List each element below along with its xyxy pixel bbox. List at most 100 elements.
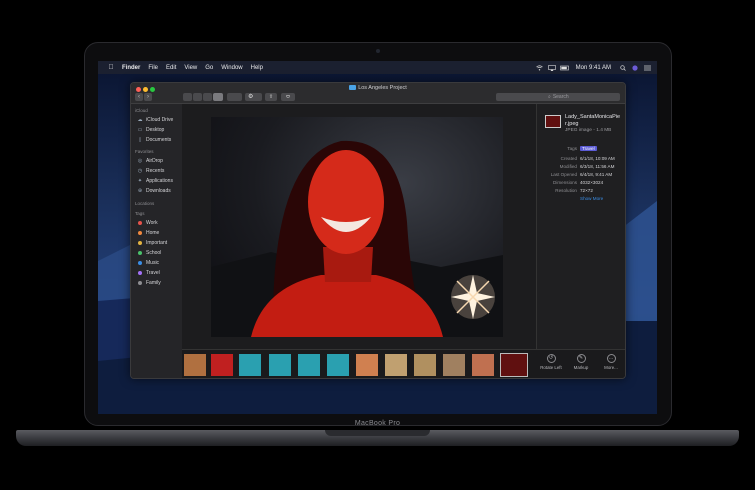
file-type: JPEG image - 1.4 MB <box>565 128 612 133</box>
info-row-created: Created 6/1/18, 10:09 AM <box>537 156 625 161</box>
sidebar-tag-school[interactable]: School <box>137 250 161 256</box>
filmstrip-thumbnail[interactable] <box>443 354 465 376</box>
sidebar-item-downloads[interactable]: ⊕ Downloads <box>137 188 171 194</box>
sidebar-item-label: AirDrop <box>146 158 163 164</box>
tag-dot-icon <box>138 261 142 265</box>
window-title: Los Angeles Project <box>131 85 625 91</box>
menubar-clock[interactable]: Mon 9:41 AM <box>572 65 615 71</box>
filmstrip-thumbnail-selected[interactable] <box>500 353 528 377</box>
tags-button[interactable]: ⬭ <box>281 93 295 101</box>
info-row-tags: Tags Travel <box>537 146 625 151</box>
sidebar-heading-icloud: iCloud <box>135 108 148 113</box>
sidebar-tag-travel[interactable]: Travel <box>137 270 160 276</box>
back-button[interactable]: ‹ <box>135 93 143 101</box>
sidebar-item-label: Desktop <box>146 127 165 133</box>
view-list-button[interactable] <box>193 93 202 101</box>
menu-bar:  Finder File Edit View Go Window Help M… <box>98 61 657 74</box>
share-icon: ⇪ <box>268 94 274 100</box>
view-gallery-button[interactable] <box>213 93 223 101</box>
tag-chip[interactable]: Travel <box>580 146 597 151</box>
filmstrip-thumbnail[interactable] <box>414 354 436 376</box>
airdrop-icon: ◎ <box>137 157 143 164</box>
filmstrip <box>182 349 536 378</box>
filmstrip-thumbnail[interactable] <box>239 354 261 376</box>
sidebar-heading-locations: Locations <box>135 201 155 206</box>
filmstrip-thumbnail[interactable] <box>472 354 494 376</box>
filmstrip-thumbnail[interactable] <box>385 354 407 376</box>
nav-arrows: ‹ › <box>135 93 153 101</box>
menu-window[interactable]: Window <box>217 65 246 71</box>
menu-help[interactable]: Help <box>247 65 267 71</box>
tag-dot-icon <box>138 271 142 275</box>
device-label: MacBook Pro <box>354 420 401 427</box>
info-key: Modified <box>559 164 577 169</box>
rotate-left-icon: ↺ <box>546 354 556 363</box>
apple-logo-icon[interactable]:  <box>104 64 118 71</box>
sidebar-item-label: Music <box>146 260 160 266</box>
sidebar-heading-tags: Tags <box>135 211 145 216</box>
window-title-text: Los Angeles Project <box>358 85 407 91</box>
more-button[interactable]: … More... <box>596 354 625 370</box>
sidebar-item-airdrop[interactable]: ◎ AirDrop <box>137 158 163 164</box>
sidebar-item-label: School <box>146 250 162 256</box>
filmstrip-thumbnail[interactable] <box>327 354 349 376</box>
share-button[interactable]: ⇪ <box>265 93 277 101</box>
show-more-link[interactable]: Show More <box>580 196 603 201</box>
search-input[interactable]: ⌕ Search <box>496 93 620 101</box>
airplay-icon[interactable] <box>547 64 556 71</box>
search-icon: ⌕ <box>548 94 551 100</box>
sidebar-item-desktop[interactable]: ▭ Desktop <box>137 127 165 133</box>
siri-icon[interactable] <box>632 64 639 71</box>
info-value: 6/1/18, 10:09 AM <box>580 156 615 161</box>
notification-center-icon[interactable] <box>644 65 651 71</box>
cloud-icon: ☁ <box>137 116 143 123</box>
battery-icon[interactable] <box>559 65 569 71</box>
menu-view[interactable]: View <box>180 65 201 71</box>
sidebar-tag-important[interactable]: Important <box>137 240 167 246</box>
tag-dot-icon <box>138 231 142 235</box>
folder-icon <box>349 85 357 91</box>
menu-edit[interactable]: Edit <box>162 65 180 71</box>
filmstrip-thumbnail[interactable] <box>356 354 378 376</box>
preview-photo[interactable] <box>211 117 503 337</box>
view-columns-button[interactable] <box>203 93 212 101</box>
sidebar-item-label: Home <box>146 230 160 236</box>
menu-finder[interactable]: Finder <box>118 65 144 71</box>
sidebar-item-recents[interactable]: ◷ Recents <box>137 168 165 174</box>
action-label: Rotate Left <box>540 365 562 370</box>
sidebar-tag-music[interactable]: Music <box>137 260 159 266</box>
laptop-notch <box>325 430 430 436</box>
sidebar-item-label: Travel <box>146 270 160 276</box>
filmstrip-thumbnail[interactable] <box>298 354 320 376</box>
markup-icon: ✎ <box>576 354 586 363</box>
filmstrip-thumbnail[interactable] <box>211 354 233 376</box>
filmstrip-thumbnail[interactable] <box>184 354 206 376</box>
menu-go[interactable]: Go <box>201 65 217 71</box>
forward-button[interactable]: › <box>144 93 152 101</box>
action-gear-button[interactable]: ⚙ <box>245 93 262 101</box>
view-icons-button[interactable] <box>183 93 192 101</box>
info-key: Last Opened <box>550 172 577 177</box>
rotate-left-button[interactable]: ↺ Rotate Left <box>536 354 566 370</box>
info-value: 72×72 <box>580 188 593 193</box>
sidebar-item-label: Family <box>146 280 161 286</box>
spotlight-search-icon[interactable] <box>620 64 627 71</box>
info-value: 6/3/18, 11:56 AM <box>580 164 615 169</box>
sidebar-item-applications[interactable]: ✦ Applications <box>137 178 173 184</box>
wifi-icon[interactable] <box>535 64 543 71</box>
sidebar-item-documents[interactable]: ▯ Documents <box>137 136 172 143</box>
tag-dot-icon <box>138 241 142 245</box>
menu-file[interactable]: File <box>144 65 162 71</box>
filmstrip-thumbnail[interactable] <box>269 354 291 376</box>
sidebar-tag-home[interactable]: Home <box>137 230 159 236</box>
sidebar-item-icloud-drive[interactable]: ☁ iCloud Drive <box>137 116 174 123</box>
group-by-button[interactable] <box>227 93 242 101</box>
sidebar: iCloud ☁ iCloud Drive ▭ Desktop ▯ Documents… <box>131 104 182 378</box>
document-icon: ▯ <box>138 136 142 143</box>
sidebar-tag-family[interactable]: Family <box>137 280 161 286</box>
applications-icon: ✦ <box>137 177 143 184</box>
info-row-resolution: Resolution 72×72 <box>537 188 625 193</box>
sidebar-tag-work[interactable]: Work <box>137 220 158 226</box>
info-row-modified: Modified 6/3/18, 11:56 AM <box>537 164 625 169</box>
markup-button[interactable]: ✎ Markup <box>566 354 596 370</box>
